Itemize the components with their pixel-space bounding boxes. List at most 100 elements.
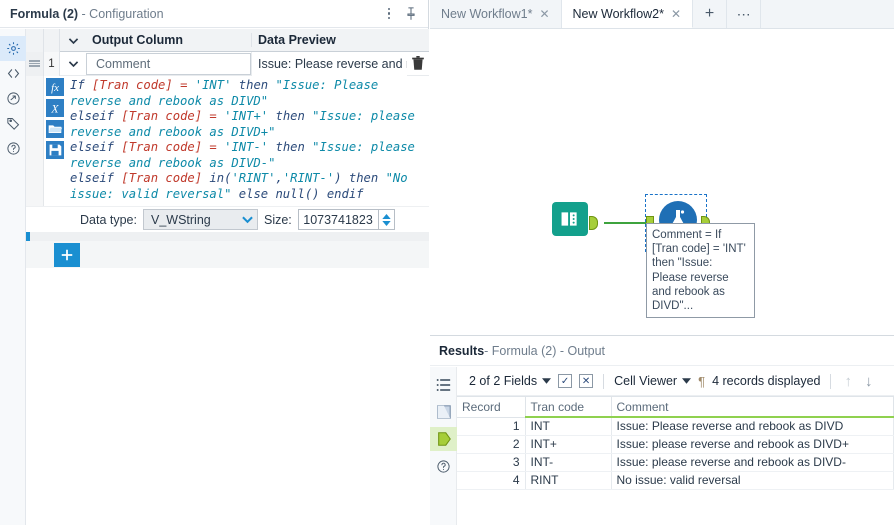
datatype-row: Data type: V_WString Size: 1073741823 <box>26 206 429 232</box>
input-data-tool[interactable] <box>552 202 588 236</box>
size-value[interactable]: 1073741823 <box>297 209 378 230</box>
tab-label: New Workflow1* <box>441 7 533 21</box>
results-rail-input-anchor[interactable] <box>430 400 457 424</box>
formula-configuration-grid: Output Column Data Preview 1 ✕ Issue: Pl… <box>26 28 455 525</box>
workspace: New Workflow1* ✕ New Workflow2* ✕ + ⋯ Co… <box>430 0 894 525</box>
formula-tok: 'INT-' <box>224 140 269 154</box>
formula-expression-text[interactable]: If [Tran code] = 'INT' then "Issue: Plea… <box>66 76 429 206</box>
rail-item-tag[interactable] <box>0 111 26 136</box>
list-view-icon <box>436 379 451 391</box>
tab-new-workflow1[interactable]: New Workflow1* ✕ <box>430 0 562 28</box>
formula-tok: = <box>202 140 225 154</box>
formula-tok: If <box>70 78 93 92</box>
fields-selector[interactable]: 2 of 2 Fields <box>469 374 552 388</box>
column-header-record[interactable]: Record <box>457 397 526 418</box>
more-vertical-icon[interactable] <box>378 3 400 25</box>
cell-viewer-label: Cell Viewer <box>614 374 678 388</box>
tab-new-workflow2[interactable]: New Workflow2* ✕ <box>561 0 694 28</box>
fx-icon[interactable]: fx <box>44 76 66 97</box>
collapse-all-chevron-icon[interactable] <box>60 34 86 47</box>
save-disk-icon[interactable] <box>44 139 66 160</box>
chevron-down-icon <box>242 213 253 227</box>
formula-tok: endif <box>319 186 364 201</box>
table-row[interactable]: 2 INT+ Issue: please reverse and rebook … <box>457 435 894 454</box>
cell-comment: Issue: please reverse and rebook as DIVD… <box>611 453 894 472</box>
rail-item-code-brackets[interactable] <box>0 61 26 86</box>
scroll-up-icon[interactable]: ↑ <box>841 373 855 390</box>
cell-tran-code: INT+ <box>525 435 612 454</box>
formula-tok: elseif <box>70 171 122 185</box>
select-all-fields-icon[interactable]: ✓ <box>558 374 573 388</box>
close-icon[interactable]: ✕ <box>539 7 549 21</box>
formula-tok: = <box>172 78 195 92</box>
size-label: Size: <box>263 212 292 227</box>
variable-x-icon[interactable]: X <box>44 97 66 118</box>
formula-tok: then <box>341 171 386 185</box>
table-row[interactable]: 4 RINT No issue: valid reversal <box>457 471 894 490</box>
table-row[interactable]: 1 INT Issue: Please reverse and rebook a… <box>457 417 894 436</box>
spinner-down-icon <box>382 220 391 226</box>
tab-label: New Workflow2* <box>572 6 664 21</box>
results-toolbar: 2 of 2 Fields ✓ ✕ Cell Viewer ¶ 4 record… <box>457 367 894 396</box>
close-icon[interactable]: ✕ <box>671 7 681 21</box>
alteryx-designer-window: Formula (2) - Configuration Output Colum… <box>0 0 894 525</box>
cell-tran-code: INT- <box>525 453 612 472</box>
formula-tool-strip: fx X <box>44 76 66 206</box>
add-formula-row-button[interactable] <box>54 242 80 267</box>
column-header-tran-code[interactable]: Tran code <box>525 397 612 418</box>
svg-text:fx: fx <box>51 82 59 94</box>
delete-row-icon[interactable] <box>407 52 429 76</box>
table-row[interactable]: 3 INT- Issue: please reverse and rebook … <box>457 453 894 472</box>
workflow-canvas[interactable]: Comment = If [Tran code] = 'INT' then "I… <box>430 29 894 335</box>
results-table-container[interactable]: Record Tran code Comment 1 INT Issue: Pl… <box>457 396 894 525</box>
formula-tok: [Tran code] <box>92 78 173 92</box>
size-spinner-buttons[interactable] <box>377 209 395 230</box>
cell-tran-code: INT <box>525 417 612 436</box>
formula-tok: else <box>231 186 276 201</box>
cell-viewer-selector[interactable]: Cell Viewer <box>614 374 692 388</box>
rail-item-refresh-circle[interactable] <box>0 86 26 111</box>
row-drag-handle[interactable] <box>26 51 44 76</box>
results-rail-output-anchor[interactable] <box>430 427 457 451</box>
tool-annotation: Comment = If [Tran code] = 'INT' then "I… <box>646 223 755 318</box>
cell-comment: Issue: please reverse and rebook as DIVD… <box>611 435 894 454</box>
rail-item-gear[interactable] <box>0 36 26 61</box>
formula-tok: [Tran code] <box>121 171 203 185</box>
results-table-body: 1 INT Issue: Please reverse and rebook a… <box>457 417 894 490</box>
formula-row: 1 ✕ Issue: Please reverse and rebook a <box>26 51 429 76</box>
pin-icon[interactable] <box>400 3 422 25</box>
input-tool-output-anchor[interactable] <box>589 216 598 230</box>
folder-open-icon[interactable] <box>44 118 66 139</box>
results-table: Record Tran code Comment 1 INT Issue: Pl… <box>457 397 894 490</box>
row-collapse-chevron-icon[interactable] <box>60 57 86 70</box>
rail-item-help-circle[interactable] <box>0 136 26 161</box>
output-column-input[interactable] <box>94 55 259 72</box>
cell-record: 2 <box>457 435 526 454</box>
column-header-output-column: Output Column <box>92 33 183 47</box>
results-rail-list-view[interactable] <box>430 373 457 397</box>
results-subtitle: - Formula (2) - Output <box>484 343 606 358</box>
column-header-comment[interactable]: Comment <box>611 397 894 418</box>
book-icon <box>560 211 578 227</box>
tab-overflow-menu[interactable]: ⋯ <box>727 0 762 28</box>
size-stepper[interactable]: 1073741823 <box>297 209 395 230</box>
scroll-down-icon[interactable]: ↓ <box>862 373 876 390</box>
output-column-field[interactable]: ✕ <box>86 52 268 75</box>
formula-tok: ) <box>334 171 342 185</box>
results-rail-help[interactable] <box>430 454 457 478</box>
formula-tok: , <box>275 171 283 185</box>
cell-comment: Issue: Please reverse and rebook as DIVD <box>611 417 894 436</box>
config-title-suffix: - Configuration <box>78 6 164 21</box>
chevron-down-icon <box>682 378 692 384</box>
deselect-all-fields-icon[interactable]: ✕ <box>579 374 594 388</box>
pilcrow-icon[interactable]: ¶ <box>698 374 705 389</box>
formula-tok: 'RINT-' <box>282 171 335 185</box>
cell-record: 4 <box>457 471 526 490</box>
cell-record: 1 <box>457 417 526 436</box>
grid-header-row: Output Column Data Preview <box>26 28 429 52</box>
datatype-select[interactable]: V_WString <box>142 209 258 230</box>
svg-text:X: X <box>50 102 59 115</box>
formula-tok: null() <box>275 186 320 201</box>
connection-line[interactable] <box>604 222 650 224</box>
new-tab-button[interactable]: + <box>693 0 728 28</box>
